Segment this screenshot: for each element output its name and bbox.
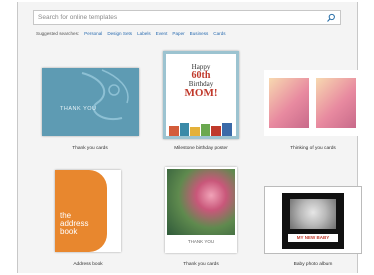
card-photo-left <box>269 78 309 128</box>
template-thumbnail[interactable]: the address book <box>55 170 121 252</box>
template-caption: Milestone birthday poster <box>174 146 228 151</box>
template-caption: Baby photo album <box>293 262 333 267</box>
suggested-labels-link[interactable]: Labels <box>137 31 151 36</box>
book-title: the address book <box>60 211 89 236</box>
search-icon[interactable] <box>326 13 336 23</box>
template-caption: Thank you cards <box>72 146 108 151</box>
search-input[interactable] <box>34 11 326 24</box>
template-thumbnail[interactable] <box>264 70 362 136</box>
card-text: THANK YOU <box>60 106 97 112</box>
suggested-design-sets-link[interactable]: Design Sets <box>107 31 132 36</box>
template-caption: Thank you cards <box>183 262 219 267</box>
suggested-searches: Suggested searches: Personal Design Sets… <box>36 29 226 38</box>
suggested-paper-link[interactable]: Paper <box>172 31 184 36</box>
swirl-pattern <box>81 69 129 121</box>
card-text: THANK YOU <box>187 239 215 244</box>
card-photo-right <box>316 78 356 128</box>
template-thumbnail[interactable]: THANK YOU <box>42 68 139 136</box>
template-caption: Address book <box>73 262 103 267</box>
suggested-searches-label: Suggested searches: <box>36 31 80 36</box>
card-photo <box>167 169 235 235</box>
suggested-personal-link[interactable]: Personal <box>84 31 102 36</box>
template-thumbnail[interactable]: THANK YOU <box>165 167 237 253</box>
suggested-business-link[interactable]: Business <box>190 31 209 36</box>
search-box[interactable] <box>33 10 341 25</box>
suggested-cards-link[interactable]: Cards <box>213 31 225 36</box>
album-cover: MY NEW BABY <box>282 193 344 249</box>
template-thumbnail[interactable]: MY NEW BABY <box>264 186 362 254</box>
template-thumbnail[interactable]: Happy 60th Birthday MOM! <box>163 51 239 139</box>
suggested-event-link[interactable]: Event <box>156 31 168 36</box>
album-label: MY NEW BABY <box>288 234 338 242</box>
houses-illustration <box>169 123 232 136</box>
baby-photo <box>290 199 336 229</box>
poster-text: Happy 60th Birthday MOM! <box>184 63 218 99</box>
template-caption: Thinking of you cards <box>290 146 336 151</box>
